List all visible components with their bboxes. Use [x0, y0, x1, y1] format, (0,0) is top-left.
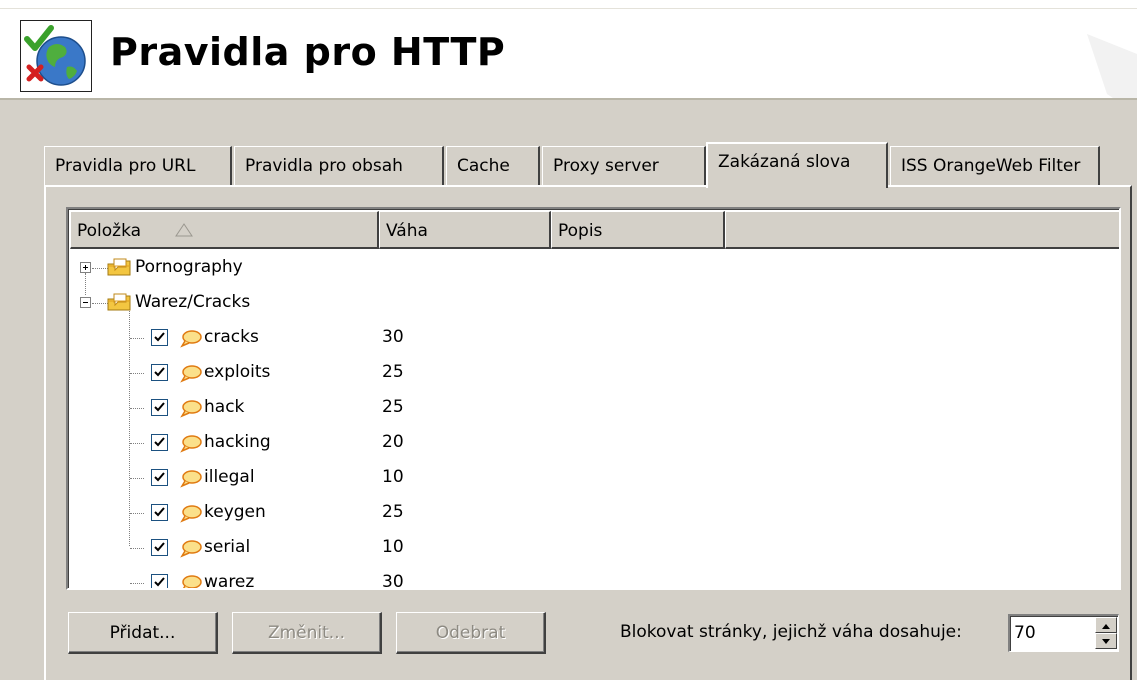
item-checkbox[interactable] — [151, 539, 168, 556]
column-item-label: Položka — [77, 221, 142, 241]
chat-bubble-icon — [180, 365, 202, 383]
item-checkbox[interactable] — [151, 329, 168, 346]
item-weight: 10 — [382, 467, 404, 487]
tree-line — [130, 373, 144, 374]
column-filler — [725, 211, 1119, 249]
main-panel: Pravidla pro URL Pravidla pro obsah Cach… — [0, 100, 1137, 680]
tree-line — [130, 443, 144, 444]
tab-proxy-server[interactable]: Proxy server — [542, 146, 706, 186]
item-label: illegal — [204, 467, 255, 487]
tab-url-rules[interactable]: Pravidla pro URL — [44, 146, 232, 186]
threshold-label: Blokovat stránky, jejichž váha dosahuje: — [620, 622, 962, 642]
list-item[interactable]: hacking 20 — [68, 426, 1119, 461]
threshold-spinner[interactable] — [1008, 614, 1119, 652]
item-label: cracks — [204, 327, 259, 347]
group-label: Warez/Cracks — [135, 292, 251, 312]
tab-forbidden-words[interactable]: Zakázaná slova — [706, 142, 888, 188]
edit-button[interactable]: Změnit... — [232, 612, 382, 654]
item-label: hack — [204, 397, 245, 417]
globe-check-icon — [20, 20, 92, 92]
tree-line — [130, 548, 144, 549]
column-weight[interactable]: Váha — [379, 211, 551, 249]
tree-line — [130, 513, 144, 514]
item-label: hacking — [204, 432, 271, 452]
tree-group-row[interactable]: Pornography — [68, 251, 1119, 286]
item-weight: 10 — [382, 537, 404, 557]
folder-chat-icon — [107, 293, 131, 311]
item-label: exploits — [204, 362, 271, 382]
threshold-input[interactable] — [1012, 618, 1092, 648]
sort-ascending-icon — [175, 223, 193, 237]
chat-bubble-icon — [180, 540, 202, 558]
tree-group-row[interactable]: Warez/Cracks — [68, 286, 1119, 321]
tab-iss-orangeweb-filter[interactable]: ISS OrangeWeb Filter — [890, 146, 1100, 186]
item-checkbox[interactable] — [151, 469, 168, 486]
remove-button[interactable]: Odebrat — [396, 612, 546, 654]
spin-up-button[interactable] — [1095, 617, 1117, 633]
item-checkbox[interactable] — [151, 504, 168, 521]
list-item[interactable]: illegal 10 — [68, 461, 1119, 496]
chat-bubble-icon — [182, 575, 202, 588]
arrow-up-icon — [1102, 624, 1110, 629]
item-checkbox[interactable] — [151, 399, 168, 416]
tab-content-rules[interactable]: Pravidla pro obsah — [234, 146, 444, 186]
page-title: Pravidla pro HTTP — [110, 30, 506, 74]
item-weight: 30 — [382, 327, 404, 347]
chat-bubble-icon — [180, 470, 202, 488]
list-item[interactable]: exploits 25 — [68, 356, 1119, 391]
list-item[interactable]: serial 10 — [68, 531, 1119, 566]
folder-chat-icon — [107, 258, 131, 276]
chat-bubble-icon — [180, 400, 202, 418]
list-item[interactable]: keygen 25 — [68, 496, 1119, 531]
chat-bubble-icon — [180, 505, 202, 523]
add-button[interactable]: Přidat... — [68, 612, 218, 654]
tree-rows: Pornography Warez/Cracks cracks 30 explo… — [68, 251, 1119, 590]
spinner-buttons — [1095, 617, 1117, 649]
column-item[interactable]: Položka — [70, 211, 379, 249]
group-label: Pornography — [135, 257, 243, 277]
collapse-minus-icon[interactable] — [80, 297, 91, 308]
item-checkbox[interactable] — [151, 364, 168, 381]
item-weight: 25 — [382, 397, 404, 417]
list-item[interactable]: warez 30 — [68, 566, 1119, 590]
item-label: keygen — [204, 502, 266, 522]
item-label: serial — [204, 537, 251, 557]
chat-bubble-icon — [180, 435, 202, 453]
tab-strip: Pravidla pro URL Pravidla pro obsah Cach… — [44, 142, 1134, 188]
chat-bubble-icon — [180, 330, 202, 348]
tree-line — [130, 408, 144, 409]
item-weight: 20 — [382, 432, 404, 452]
item-checkbox[interactable] — [151, 434, 168, 451]
item-weight: 25 — [382, 502, 404, 522]
column-description[interactable]: Popis — [551, 211, 725, 249]
spin-down-button[interactable] — [1095, 633, 1117, 649]
item-checkbox[interactable] — [151, 574, 168, 588]
item-weight: 25 — [382, 362, 404, 382]
tab-cache[interactable]: Cache — [446, 146, 540, 186]
tree-line — [130, 478, 144, 479]
page-header: Pravidla pro HTTP — [0, 0, 1137, 114]
list-item[interactable]: cracks 30 — [68, 321, 1119, 356]
item-label: warez — [204, 572, 255, 590]
words-listview[interactable]: Položka Váha Popis Pornography Warez/Cra… — [66, 207, 1121, 590]
column-header-row: Položka Váha Popis — [70, 211, 1119, 249]
header-divider — [0, 8, 1137, 9]
tree-line — [130, 338, 144, 339]
expand-plus-icon[interactable] — [80, 262, 91, 273]
arrow-down-icon — [1102, 639, 1110, 644]
tree-line — [130, 583, 144, 584]
item-weight: 30 — [382, 572, 404, 590]
list-item[interactable]: hack 25 — [68, 391, 1119, 426]
